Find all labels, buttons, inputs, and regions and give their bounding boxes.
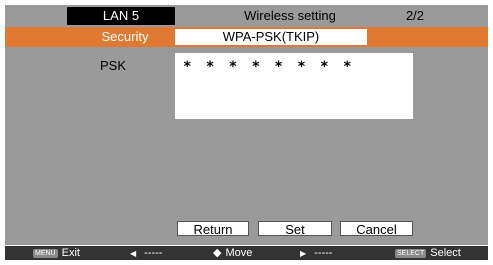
footer-move: ◆ Move	[213, 246, 252, 260]
exit-label: Exit	[61, 247, 80, 259]
cancel-button[interactable]: Cancel	[340, 221, 413, 237]
security-row[interactable]: Security WPA-PSK(TKIP)	[5, 27, 488, 47]
footer-select[interactable]: SELECT Select	[395, 246, 461, 260]
right-value: -----	[314, 247, 333, 259]
security-label: Security	[101, 29, 149, 44]
footer-right: ▶ -----	[300, 246, 332, 260]
header-bar: LAN 5 Wireless setting 2/2	[5, 5, 488, 27]
return-button[interactable]: Return	[177, 221, 249, 237]
move-label: Move	[225, 247, 253, 259]
move-arrows-icon: ◆	[213, 247, 222, 259]
menu-key-icon: MENU	[33, 248, 58, 258]
left-arrow-icon: ◀	[130, 249, 137, 258]
psk-masked-value: * * * * * * * *	[183, 59, 355, 75]
page-indicator: 2/2	[405, 8, 425, 23]
left-value: -----	[144, 247, 163, 259]
select-key-icon: SELECT	[395, 248, 427, 258]
footer-left: ◀ -----	[130, 246, 162, 260]
right-arrow-icon: ▶	[300, 249, 307, 258]
footer-exit[interactable]: MENU Exit	[33, 246, 80, 260]
psk-input[interactable]: * * * * * * * *	[175, 53, 413, 119]
security-select[interactable]: WPA-PSK(TKIP)	[175, 29, 367, 45]
lan-tab[interactable]: LAN 5	[67, 7, 175, 25]
page-title: Wireless setting	[244, 8, 336, 23]
footer-bar: MENU Exit ◀ ----- ◆ Move ▶ ----- SELECT Selec…	[5, 246, 488, 260]
settings-panel: LAN 5 Wireless setting 2/2 Security WPA-…	[5, 5, 488, 245]
set-button[interactable]: Set	[258, 221, 332, 237]
select-label: Select	[430, 247, 461, 259]
psk-label: PSK	[99, 58, 126, 73]
